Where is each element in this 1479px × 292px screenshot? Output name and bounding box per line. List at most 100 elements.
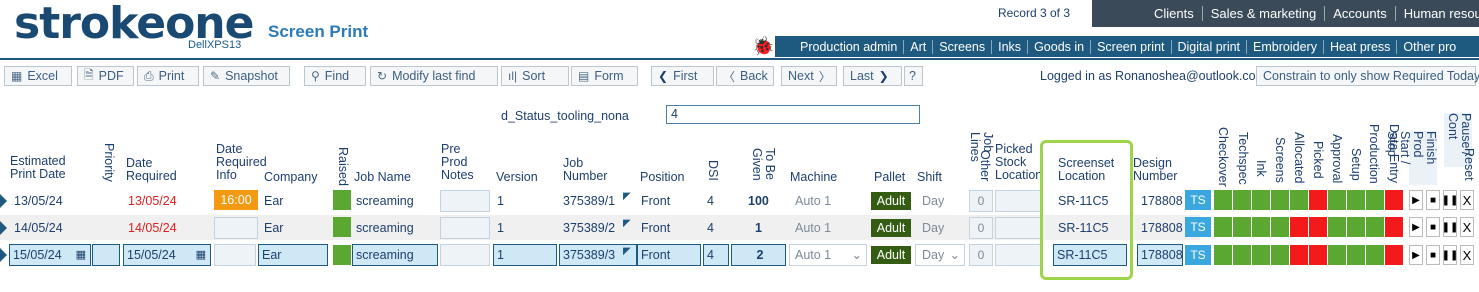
bug-icon[interactable]: 🐞: [752, 36, 774, 57]
row1-status-setup[interactable]: [1347, 190, 1365, 210]
play-icon[interactable]: ▶: [1409, 245, 1423, 265]
row2-machine[interactable]: Auto 1: [795, 217, 831, 239]
col-to-be-given[interactable]: To Be Given: [748, 148, 777, 184]
row2-est-date[interactable]: 14/05/24: [14, 217, 63, 239]
row3-job-name[interactable]: screaming: [352, 244, 438, 266]
row1-ts-button[interactable]: TS: [1185, 190, 1211, 210]
col-screens[interactable]: Screens: [1273, 137, 1287, 183]
row2-shift[interactable]: Day: [922, 217, 944, 239]
calendar-icon[interactable]: ▦: [76, 245, 86, 265]
col-design-number[interactable]: Design Number: [1133, 157, 1178, 183]
row2-date-required[interactable]: 14/05/24: [128, 217, 177, 239]
row2-job-lines[interactable]: 0: [969, 217, 993, 239]
row3-status-picked[interactable]: [1309, 245, 1327, 265]
pause-icon[interactable]: ❚❚: [1442, 190, 1458, 210]
row2-ts-button[interactable]: TS: [1185, 217, 1211, 237]
row1-machine[interactable]: Auto 1: [795, 190, 831, 212]
row1-status-allocated[interactable]: [1290, 190, 1308, 210]
col-company[interactable]: Company: [264, 171, 318, 184]
col-date-required[interactable]: Date Required: [126, 157, 186, 183]
nav-other-production[interactable]: Other pro: [1396, 39, 1462, 54]
col-finish-prod-start-stop[interactable]: Finish Prod Start / Stop: [1385, 131, 1438, 185]
row3-design-number[interactable]: 178808: [1137, 244, 1183, 266]
row1-job-number[interactable]: 375389/1: [563, 190, 615, 212]
constrain-required-today-button[interactable]: Constrain to only show Required Today: [1256, 66, 1479, 86]
col-job-number[interactable]: Job Number: [563, 157, 613, 183]
col-techspec[interactable]: Techspec: [1236, 132, 1250, 185]
row1-to-be-given[interactable]: 100: [748, 190, 769, 212]
row3-dsi[interactable]: 4: [703, 244, 729, 266]
col-dsi[interactable]: DSI: [706, 160, 720, 181]
row1-status-ink[interactable]: [1252, 190, 1270, 210]
help-button[interactable]: ?: [904, 66, 923, 86]
last-record-button[interactable]: Last ❯: [843, 66, 902, 86]
stop-icon[interactable]: ■: [1426, 217, 1440, 237]
row2-to-be-given[interactable]: 1: [755, 217, 762, 239]
row1-est-date[interactable]: 13/05/24: [14, 190, 63, 212]
row3-company[interactable]: Ear: [258, 244, 328, 266]
nav-heat-press[interactable]: Heat press: [1322, 39, 1396, 54]
col-priority[interactable]: Priority: [102, 143, 116, 182]
row1-job-name[interactable]: screaming: [356, 190, 414, 212]
row2-version[interactable]: 1: [497, 217, 504, 239]
row3-status-data-entry[interactable]: [1385, 245, 1403, 265]
reset-icon[interactable]: X: [1460, 245, 1474, 265]
find-button[interactable]: ⚲ Find: [304, 66, 366, 86]
col-approval[interactable]: Approval: [1330, 134, 1344, 183]
row2-job-name[interactable]: screaming: [356, 217, 414, 239]
row3-to-be-given[interactable]: 2: [731, 244, 786, 266]
row3-position[interactable]: Front: [637, 244, 701, 266]
row3-version[interactable]: 1: [493, 244, 557, 266]
status-filter-input[interactable]: 4: [666, 105, 920, 124]
row3-status-approval[interactable]: [1328, 245, 1346, 265]
col-estimated-print-date[interactable]: Estimated Print Date: [10, 155, 70, 181]
row3-priority[interactable]: [92, 244, 120, 266]
nav-goods-in[interactable]: Goods in: [1027, 39, 1090, 54]
row3-picked-stock-location[interactable]: [995, 244, 1041, 266]
row1-shift[interactable]: Day: [922, 190, 944, 212]
row1-status-checkover[interactable]: [1214, 190, 1232, 210]
row2-status-screens[interactable]: [1271, 217, 1289, 237]
goto-job-arrow-icon[interactable]: ◤: [623, 246, 631, 257]
row2-status-picked[interactable]: [1309, 217, 1327, 237]
row1-pre-prod-notes[interactable]: [440, 190, 490, 212]
nav-embroidery[interactable]: Embroidery: [1246, 39, 1323, 54]
row1-position[interactable]: Front: [641, 190, 670, 212]
row2-status-data-entry[interactable]: [1385, 217, 1403, 237]
row2-status-allocated[interactable]: [1290, 217, 1308, 237]
col-pallet[interactable]: Pallet: [874, 171, 905, 184]
reset-icon[interactable]: X: [1460, 190, 1474, 210]
row3-status-checkover[interactable]: [1214, 245, 1232, 265]
row1-status-picked[interactable]: [1309, 190, 1327, 210]
nav-human-resources[interactable]: Human resour: [1394, 6, 1479, 21]
row2-company[interactable]: Ear: [264, 217, 283, 239]
nav-screens[interactable]: Screens: [932, 39, 991, 54]
row1-status-data-entry[interactable]: [1385, 190, 1403, 210]
row3-pre-prod-notes[interactable]: [440, 244, 490, 266]
row2-design-number[interactable]: 178808: [1141, 217, 1183, 239]
col-setup[interactable]: Setup: [1349, 148, 1363, 181]
row3-job-lines[interactable]: 0: [969, 244, 993, 266]
col-reset[interactable]: Reset: [1462, 148, 1476, 181]
stop-icon[interactable]: ■: [1426, 245, 1440, 265]
row3-status-ink[interactable]: [1252, 245, 1270, 265]
row3-status-screens[interactable]: [1271, 245, 1289, 265]
row2-status-ink[interactable]: [1252, 217, 1270, 237]
modify-last-find-button[interactable]: ↻ Modify last find: [370, 66, 498, 86]
goto-job-arrow-icon[interactable]: ◤: [623, 191, 631, 202]
pause-icon[interactable]: ❚❚: [1442, 245, 1458, 265]
row2-pre-prod-notes[interactable]: [440, 217, 490, 239]
row3-date-required-info[interactable]: [214, 244, 256, 266]
pdf-button[interactable]: 🗎 PDF: [77, 66, 134, 86]
col-ink[interactable]: Ink: [1254, 160, 1268, 177]
row1-pallet[interactable]: Adult: [871, 192, 911, 210]
row1-job-lines[interactable]: 0: [969, 190, 993, 212]
row2-date-required-info[interactable]: [214, 217, 258, 239]
row2-status-techspec[interactable]: [1233, 217, 1251, 237]
nav-screen-print[interactable]: Screen print: [1090, 39, 1170, 54]
row1-design-number[interactable]: 178808: [1141, 190, 1183, 212]
row3-machine-select[interactable]: Auto 1 ⌄: [789, 244, 867, 266]
row2-pallet[interactable]: Adult: [871, 219, 911, 237]
row3-status-techspec[interactable]: [1233, 245, 1251, 265]
row2-status-checkover[interactable]: [1214, 217, 1232, 237]
